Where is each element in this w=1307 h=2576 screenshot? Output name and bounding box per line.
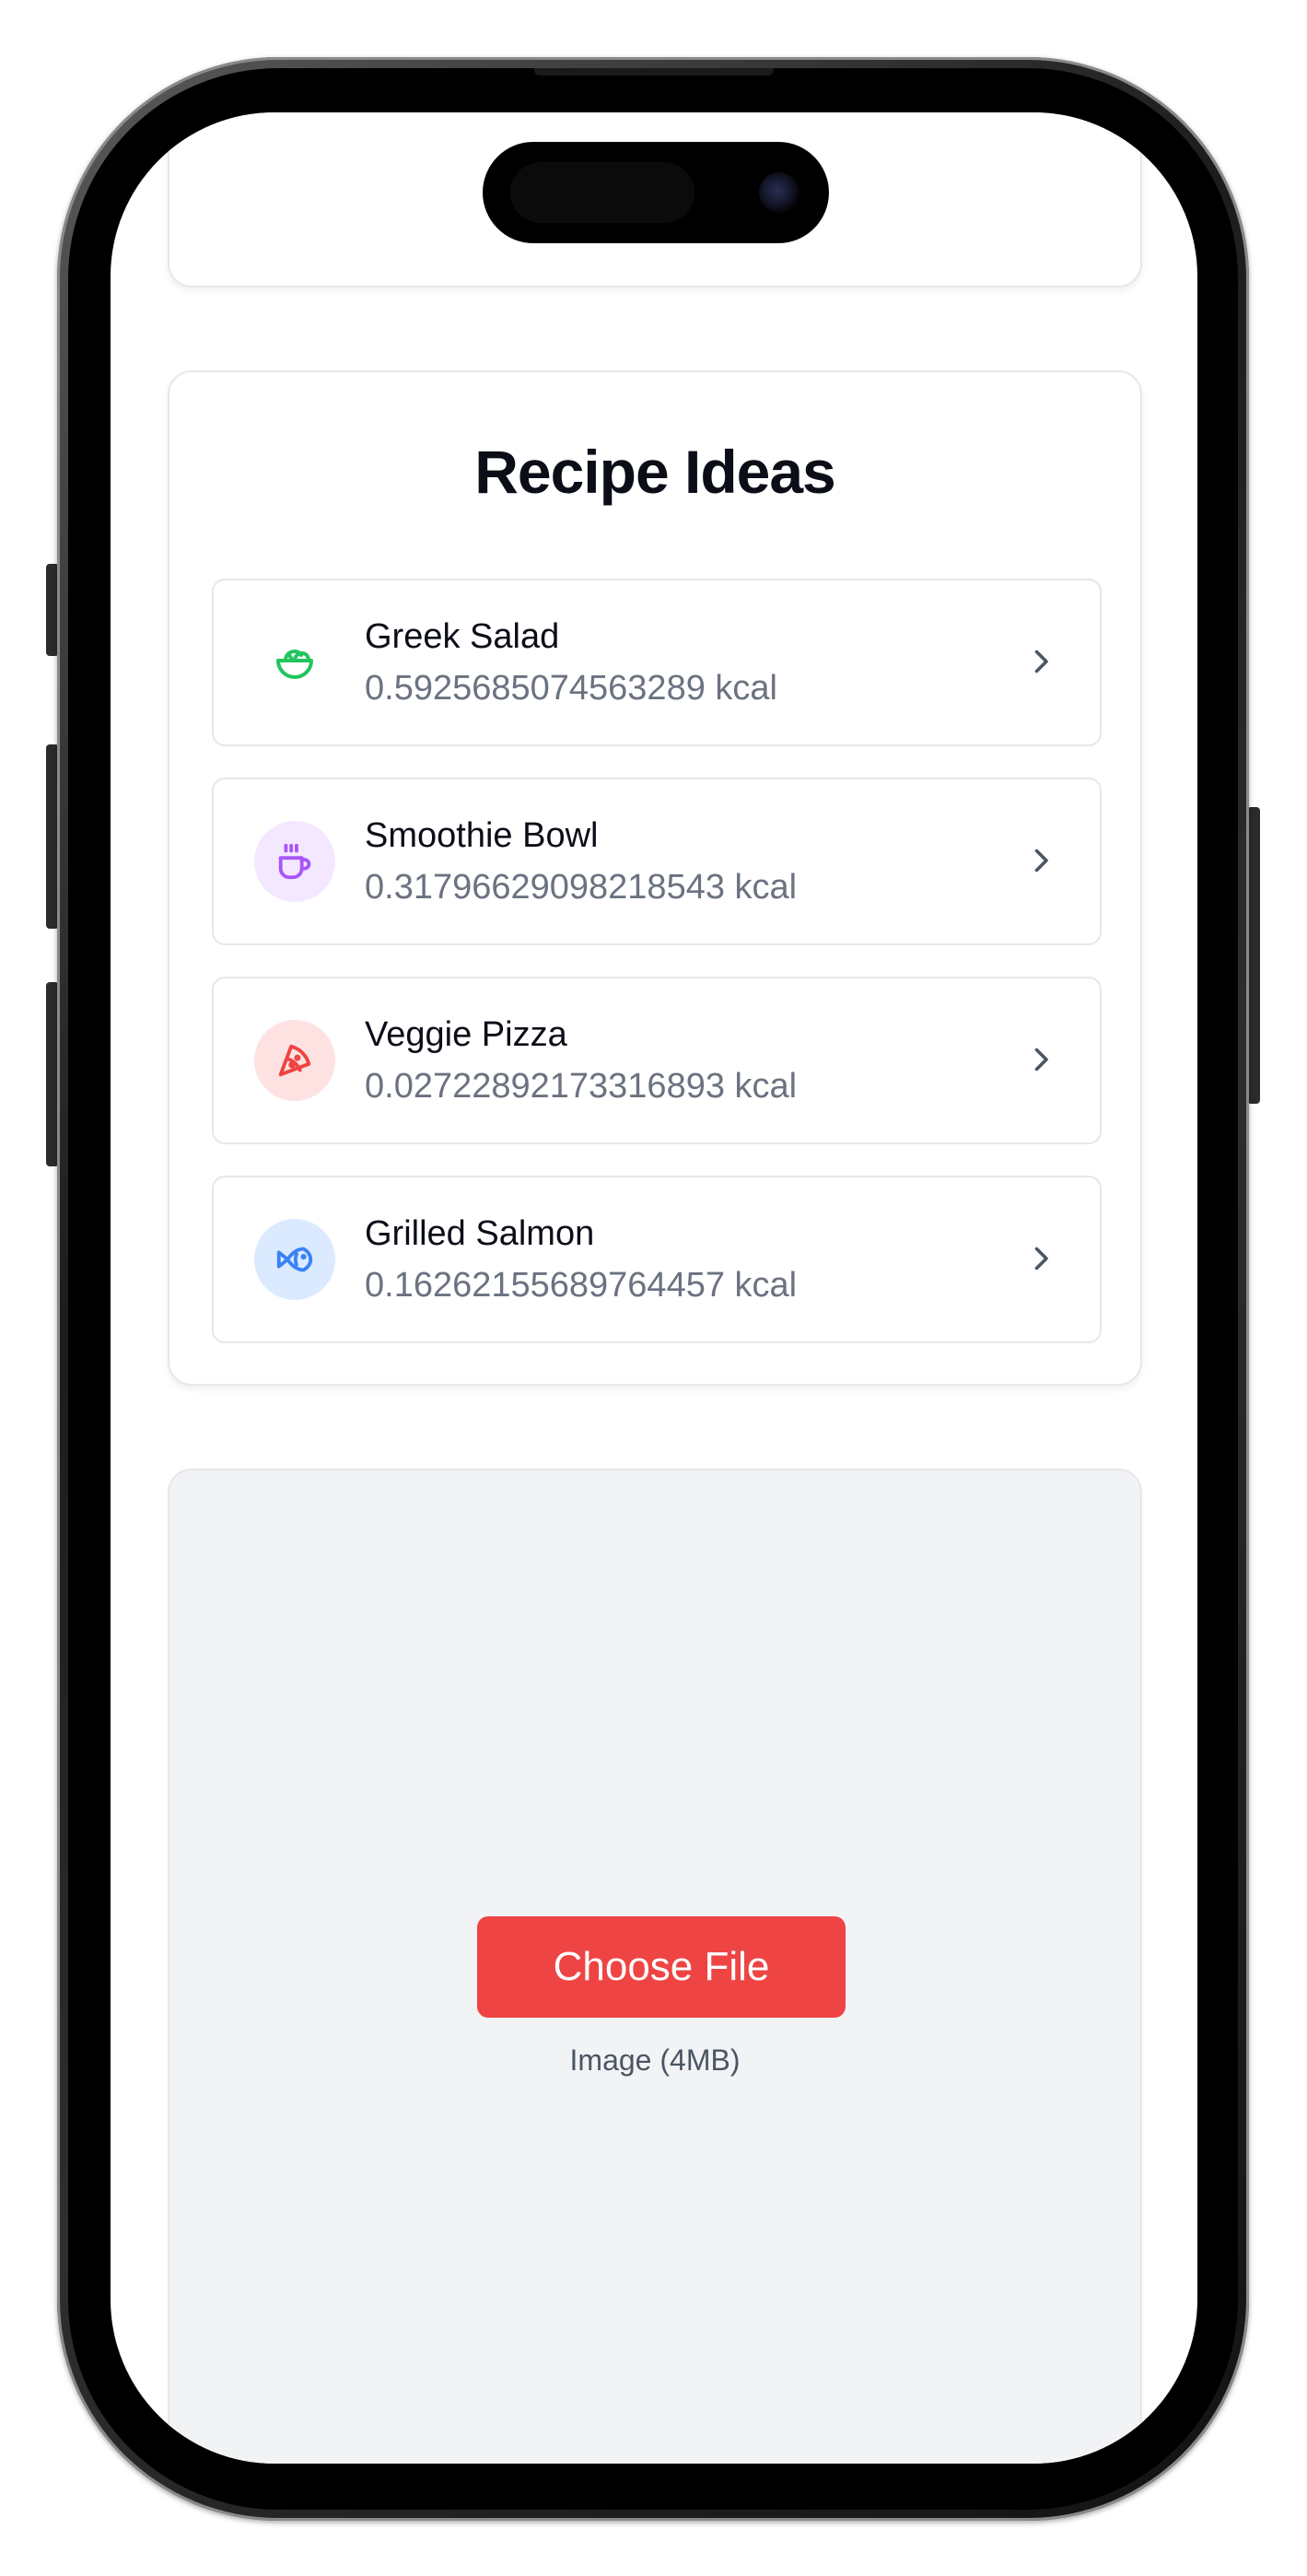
chevron-right-icon — [1034, 1048, 1048, 1071]
recipe-kcal: 0.16262155689764457 kcal — [365, 1266, 798, 1305]
recipe-item-greek-salad[interactable]: Greek Salad 0.5925685074563289 kcal — [212, 579, 1102, 746]
recipe-name: Smoothie Bowl — [365, 816, 599, 855]
chevron-right-icon — [1034, 1247, 1048, 1270]
pizza-icon — [254, 1020, 335, 1101]
face-id-sensor — [510, 162, 694, 223]
recipe-ideas-card: Recipe Ideas Greek Salad 0.5925685074563… — [168, 370, 1142, 1386]
front-camera — [759, 172, 799, 213]
recipe-kcal: 0.5925685074563289 kcal — [365, 669, 777, 708]
screen: Recipe Ideas Greek Salad 0.5925685074563… — [111, 112, 1197, 2464]
fish-icon — [254, 1219, 335, 1300]
coffee-cup-icon — [254, 821, 335, 902]
recipe-name: Veggie Pizza — [365, 1015, 567, 1054]
choose-file-button[interactable]: Choose File — [477, 1916, 846, 2018]
recipe-kcal: 0.02722892173316893 kcal — [365, 1067, 798, 1106]
earpiece — [534, 68, 774, 76]
recipe-item-smoothie-bowl[interactable]: Smoothie Bowl 0.31796629098218543 kcal — [212, 778, 1102, 945]
chevron-right-icon — [1034, 849, 1048, 872]
recipe-kcal: 0.31796629098218543 kcal — [365, 868, 798, 907]
power-button — [1247, 807, 1260, 1104]
section-title: Recipe Ideas — [474, 438, 836, 506]
recipe-item-grilled-salmon[interactable]: Grilled Salmon 0.16262155689764457 kcal — [212, 1176, 1102, 1343]
salad-icon — [254, 622, 335, 703]
file-upload-area[interactable]: Choose File Image (4MB) — [168, 1469, 1142, 2464]
chevron-right-icon — [1034, 650, 1048, 673]
dynamic-island — [483, 142, 829, 243]
upload-hint: Image (4MB) — [569, 2043, 741, 2077]
recipe-item-veggie-pizza[interactable]: Veggie Pizza 0.02722892173316893 kcal — [212, 977, 1102, 1144]
recipe-name: Grilled Salmon — [365, 1214, 595, 1253]
recipe-name: Greek Salad — [365, 617, 560, 656]
